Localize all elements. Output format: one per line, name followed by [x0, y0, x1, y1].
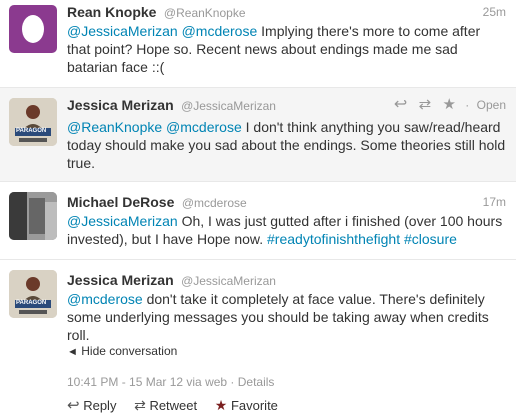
retweet-label: Retweet — [149, 398, 198, 413]
reply-button[interactable]: ↩ Reply — [67, 397, 117, 414]
favorite-label: Favorite — [230, 398, 278, 413]
tweet-actions: ↩ ⇄ ★ · Open — [393, 94, 506, 114]
egg-icon — [22, 15, 44, 43]
tweet-mentions[interactable]: @ReanKnopke @mcderose — [67, 119, 242, 135]
profile-photo-icon — [9, 270, 57, 318]
tweet-time[interactable]: 25m — [483, 5, 506, 19]
author-handle[interactable]: @JessicaMerizan — [181, 99, 276, 113]
tweet-header: Jessica Merizan @JessicaMerizan — [67, 272, 276, 290]
tweet-2[interactable]: PARAGON Jessica Merizan @JessicaMerizan … — [0, 88, 516, 182]
tweet-text: @JessicaMerizan @mcderose Implying there… — [67, 22, 507, 76]
favorite-button[interactable]: ★ Favorite — [214, 397, 278, 413]
author-handle[interactable]: @JessicaMerizan — [181, 274, 276, 288]
tweet-text: @mcderose don't take it completely at fa… — [67, 290, 507, 344]
hide-conversation-label: Hide conversation — [81, 344, 178, 358]
tweet-time[interactable]: 17m — [483, 195, 506, 209]
tweet-mentions[interactable]: @JessicaMerizan @mcderose — [67, 23, 257, 39]
author-name[interactable]: Jessica Merizan — [67, 97, 174, 113]
author-name[interactable]: Jessica Merizan — [67, 272, 174, 288]
tweet-header: Michael DeRose @mcderose — [67, 194, 247, 212]
author-name[interactable]: Michael DeRose — [67, 194, 174, 210]
hashtag-link[interactable]: #readytofinishthefight — [267, 231, 400, 247]
hide-arrow-icon: ◄ — [67, 346, 78, 358]
avatar-rean[interactable] — [9, 5, 57, 53]
tweet-header: Jessica Merizan @JessicaMerizan — [67, 97, 276, 115]
profile-photo-icon — [9, 192, 57, 240]
avatar-paragon-label: PARAGON — [16, 128, 47, 134]
author-name[interactable]: Rean Knopke — [67, 4, 156, 20]
tweet-1[interactable]: Rean Knopke @ReanKnopke 25m @JessicaMeri… — [0, 0, 516, 88]
tweet-meta: 10:41 PM - 15 Mar 12 via web · Details — [67, 375, 274, 389]
author-handle[interactable]: @mcderose — [182, 196, 247, 210]
star-icon: ★ — [214, 397, 228, 413]
hide-conversation-link[interactable]: ◄ Hide conversation — [67, 344, 177, 358]
retweet-icon: ⇄ — [134, 397, 146, 413]
tweet-mentions[interactable]: @mcderose — [67, 291, 143, 307]
retweet-button[interactable]: ⇄ Retweet — [134, 397, 198, 413]
details-link[interactable]: Details — [238, 375, 275, 389]
avatar-jessica[interactable]: PARAGON — [9, 270, 57, 318]
reply-icon[interactable]: ↩ — [394, 94, 407, 114]
profile-photo-icon — [9, 98, 57, 146]
retweet-icon[interactable]: ⇄ — [419, 95, 432, 113]
tweet-text: @ReanKnopke @mcderose I don't think anyt… — [67, 118, 507, 172]
tweet-mentions[interactable]: @JessicaMerizan — [67, 213, 178, 229]
tweet-timestamp: 10:41 PM - 15 Mar 12 via web · — [67, 375, 238, 389]
hashtag-link[interactable]: #closure — [404, 231, 457, 247]
star-icon[interactable]: ★ — [443, 95, 456, 113]
reply-icon: ↩ — [67, 397, 80, 414]
avatar-jessica[interactable]: PARAGON — [9, 98, 57, 146]
tweet-header: Rean Knopke @ReanKnopke — [67, 4, 246, 22]
avatar-michael[interactable] — [9, 192, 57, 240]
tweet-text: @JessicaMerizan Oh, I was just gutted af… — [67, 212, 507, 248]
tweet-4[interactable]: PARAGON Jessica Merizan @JessicaMerizan … — [0, 260, 516, 420]
tweet-action-bar: ↩ Reply ⇄ Retweet ★ Favorite — [67, 396, 292, 414]
reply-label: Reply — [83, 398, 117, 413]
tweet-3[interactable]: Michael DeRose @mcderose 17m @JessicaMer… — [0, 182, 516, 260]
author-handle[interactable]: @ReanKnopke — [164, 6, 246, 20]
open-link[interactable]: Open — [477, 98, 506, 112]
avatar-paragon-label: PARAGON — [16, 300, 47, 306]
